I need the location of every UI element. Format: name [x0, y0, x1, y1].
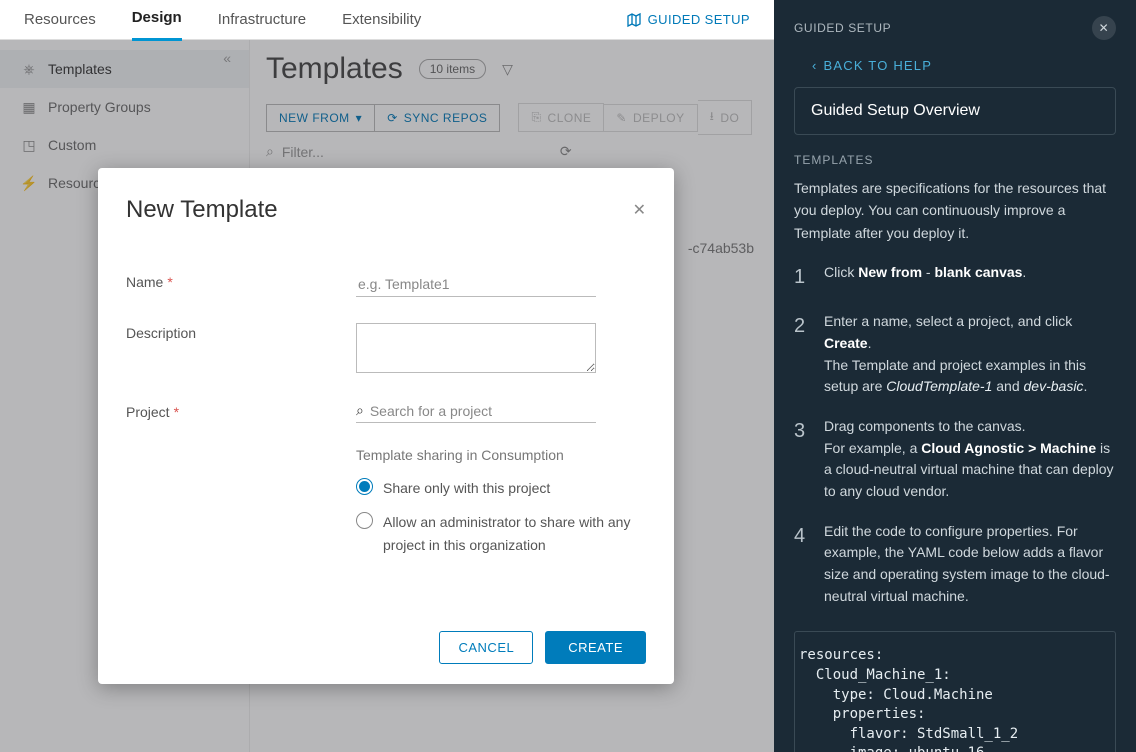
name-label: Name [126, 274, 163, 290]
chevron-left-icon: ‹ [812, 58, 818, 73]
radio-selected-icon [356, 478, 373, 495]
new-template-modal: New Template ✕ Name* Description Project… [98, 168, 674, 684]
step-4: 4 Edit the code to configure properties.… [794, 521, 1116, 608]
share-option-project[interactable]: Share only with this project [356, 477, 646, 499]
project-label: Project [126, 404, 170, 420]
templates-description: Templates are specifications for the res… [794, 177, 1116, 244]
close-icon[interactable]: ✕ [633, 200, 646, 220]
tab-infrastructure[interactable]: Infrastructure [218, 0, 306, 40]
step-2: 2 Enter a name, select a project, and cl… [794, 311, 1116, 398]
map-icon [626, 12, 642, 28]
top-tabs: Resources Design Infrastructure Extensib… [0, 0, 774, 40]
step-3: 3 Drag components to the canvas.For exam… [794, 416, 1116, 503]
tab-design[interactable]: Design [132, 0, 182, 41]
share-option-org[interactable]: Allow an administrator to share with any… [356, 511, 646, 556]
guided-setup-panel: GUIDED SETUP ✕ ‹ BACK TO HELP Guided Set… [774, 0, 1136, 752]
guided-header-label: GUIDED SETUP [794, 21, 891, 35]
search-icon: ⌕ [356, 402, 364, 419]
guided-overview-button[interactable]: Guided Setup Overview [794, 87, 1116, 135]
step-1: 1 Click New from - blank canvas. [794, 262, 1116, 293]
name-input[interactable] [356, 272, 596, 297]
back-to-help-link[interactable]: ‹ BACK TO HELP [812, 58, 1116, 73]
tab-resources[interactable]: Resources [24, 0, 96, 40]
tab-extensibility[interactable]: Extensibility [342, 0, 421, 40]
guided-setup-link[interactable]: GUIDED SETUP [626, 12, 750, 28]
radio-unselected-icon [356, 512, 373, 529]
cancel-button[interactable]: CANCEL [439, 631, 533, 664]
project-input[interactable] [370, 403, 596, 419]
description-input[interactable] [356, 323, 596, 373]
yaml-code-example: resources: Cloud_Machine_1: type: Cloud.… [794, 631, 1116, 752]
modal-title: New Template [126, 196, 278, 224]
description-label: Description [126, 325, 196, 341]
create-button[interactable]: CREATE [545, 631, 646, 664]
templates-section-label: TEMPLATES [794, 153, 1116, 167]
close-icon[interactable]: ✕ [1092, 16, 1116, 40]
sharing-hint: Template sharing in Consumption [356, 447, 646, 463]
